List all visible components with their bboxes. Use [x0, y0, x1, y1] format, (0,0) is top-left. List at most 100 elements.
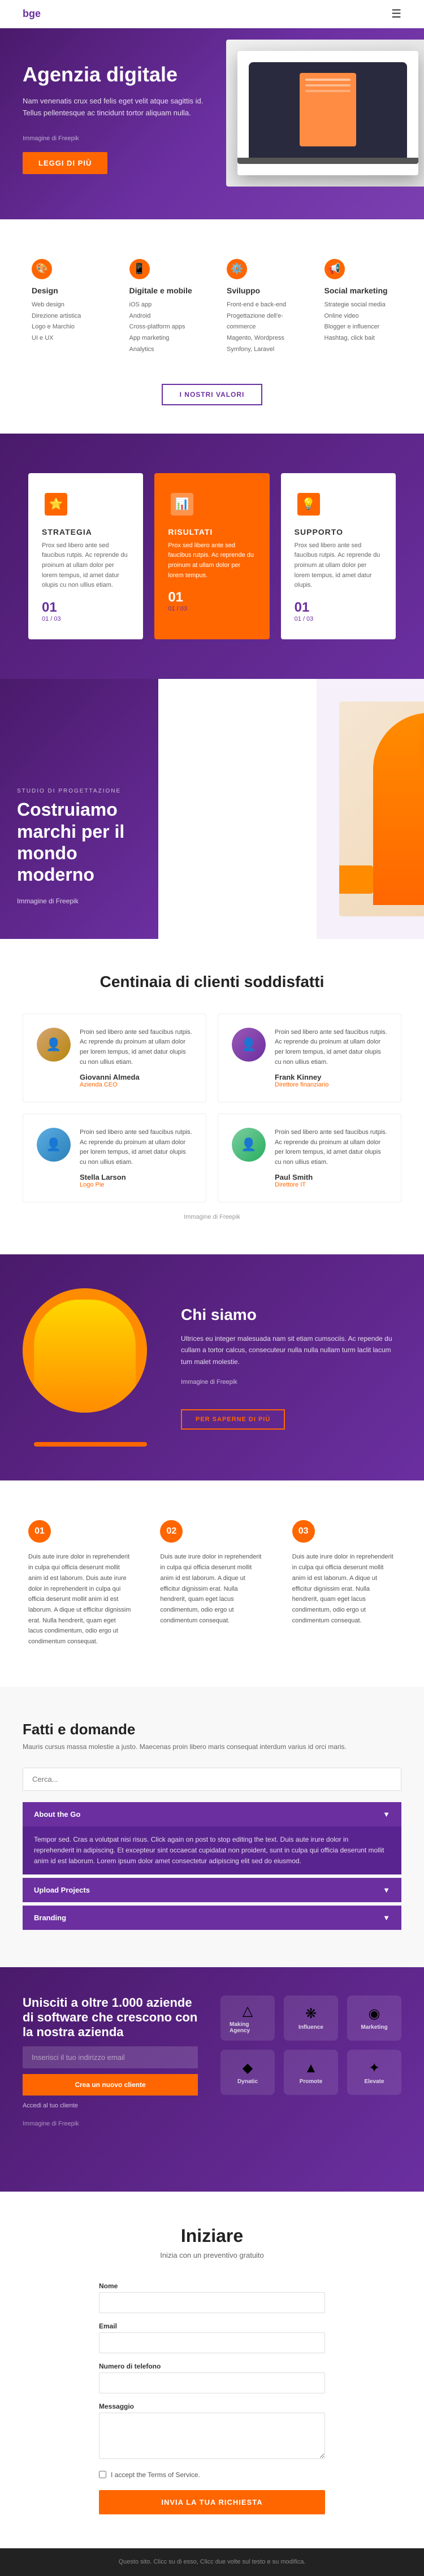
- numbered-text-2: Duis aute irure dolor in reprehenderit i…: [292, 1552, 396, 1626]
- message-label: Messaggio: [99, 2402, 325, 2410]
- service-list-sviluppo: Front-end e back-end Progettazione dell'…: [227, 300, 295, 356]
- feature-num-strategia: 01: [42, 600, 129, 616]
- partners-credit: Immagine di Freepik: [23, 2119, 198, 2129]
- feature-card-risultati: 📊 RISULTATI Prox sed libero ante sed fau…: [154, 473, 269, 639]
- email-input[interactable]: [99, 2332, 325, 2353]
- partner-logo-0[interactable]: △ Making Agency: [220, 1995, 275, 2041]
- about-content: Chi siamo Ultrices eu integer malesuada …: [181, 1306, 401, 1430]
- dynatic-icon: ◆: [243, 2060, 253, 2076]
- num-badge-2: 03: [292, 1520, 315, 1543]
- digital-icon: 📱: [129, 259, 150, 279]
- about-cta-button[interactable]: PER SAPERNE DI PIÙ: [181, 1409, 285, 1430]
- about-section: Chi siamo Ultrices eu integer malesuada …: [0, 1254, 424, 1480]
- feature-link-supporto[interactable]: 01 / 03: [295, 616, 382, 622]
- hero-content: Agenzia digitale Nam venenatis crux sed …: [23, 62, 215, 174]
- promote-icon: ▲: [304, 2060, 318, 2076]
- service-list-design: Web design Direzione artistica Logo e Ma…: [32, 300, 100, 344]
- footer: Questo sito. Clicc su di esso, Clicc due…: [0, 2548, 424, 2576]
- faq-question-0[interactable]: About the Go ▼: [23, 1802, 401, 1826]
- client-info-0: Proin sed libero ante sed faucibus rutpi…: [80, 1028, 192, 1088]
- feature-link-risultati[interactable]: 01 / 03: [168, 605, 256, 612]
- iniziare-title: Iniziare: [23, 2226, 401, 2246]
- client-info-2: Proin sed libero ante sed faucibus rutpi…: [80, 1128, 192, 1188]
- phone-input[interactable]: [99, 2372, 325, 2393]
- service-card-sviluppo: ⚙️ Sviluppo Front-end e back-end Progett…: [218, 248, 304, 367]
- faq-question-2[interactable]: Branding ▼: [23, 1906, 401, 1930]
- client-avatar-0: 👤: [37, 1028, 71, 1062]
- studio-left: STUDIO DI PROGETTAZIONE Costruiamo march…: [0, 679, 158, 939]
- client-review-3: Proin sed libero ante sed faucibus rutpi…: [275, 1128, 387, 1167]
- hero-description: Nam venenatis crux sed felis eget velit …: [23, 96, 215, 119]
- about-credit[interactable]: Immagine di Freepik: [181, 1379, 401, 1386]
- partner-logo-1[interactable]: ❋ Influence: [284, 1995, 338, 2041]
- service-card-social: 📢 Social marketing Strategie social medi…: [315, 248, 402, 367]
- partners-title: Unisciti a oltre 1.000 aziende di softwa…: [23, 1995, 198, 2040]
- faq-item-2: Branding ▼: [23, 1906, 401, 1930]
- services-section: 🎨 Design Web design Direzione artistica …: [0, 219, 424, 434]
- partner-email-input[interactable]: [23, 2046, 198, 2068]
- partner-logo-4[interactable]: ▲ Promote: [284, 2050, 338, 2095]
- studio-label: STUDIO DI PROGETTAZIONE: [17, 788, 141, 794]
- service-card-design: 🎨 Design Web design Direzione artistica …: [23, 248, 109, 367]
- name-input[interactable]: [99, 2292, 325, 2313]
- client-role-2: Logo Pie: [80, 1181, 192, 1188]
- partner-signin-link[interactable]: Accedi al tuo cliente: [23, 2102, 78, 2109]
- terms-checkbox[interactable]: [99, 2471, 106, 2478]
- social-icon: 📢: [325, 259, 345, 279]
- partner-logo-3[interactable]: ◆ Dynatic: [220, 2050, 275, 2095]
- about-description: Ultrices eu integer malesuada nam sit et…: [181, 1333, 401, 1367]
- numbered-item-0: 01 Duis aute irure dolor in reprehenderi…: [23, 1514, 137, 1652]
- services-grid: 🎨 Design Web design Direzione artistica …: [23, 248, 401, 367]
- client-name-3: Paul Smith: [275, 1173, 387, 1181]
- elevate-icon: ✦: [369, 2060, 380, 2076]
- terms-label[interactable]: I accept the Terms of Service.: [111, 2471, 200, 2479]
- feature-link-strategia[interactable]: 01 / 03: [42, 616, 129, 622]
- nav-menu-icon[interactable]: ☰: [391, 7, 401, 21]
- client-name-2: Stella Larson: [80, 1173, 192, 1181]
- clients-grid: 👤 Proin sed libero ante sed faucibus rut…: [23, 1014, 401, 1203]
- hero-cta-button[interactable]: LEGGI DI PIÙ: [23, 152, 107, 174]
- form-submit-button[interactable]: Invia la tua richiesta: [99, 2490, 325, 2514]
- iniziare-section: Iniziare Inizia con un preventivo gratui…: [0, 2192, 424, 2548]
- numbered-section: 01 Duis aute irure dolor in reprehenderi…: [0, 1480, 424, 1686]
- feature-title-supporto: SUPPORTO: [295, 527, 382, 536]
- partner-logo-2[interactable]: ◉ Marketing: [347, 1995, 401, 2041]
- features-grid: ⭐ STRATEGIA Prox sed libero ante sed fau…: [23, 467, 401, 645]
- client-card-2: 👤 Proin sed libero ante sed faucibus rut…: [23, 1114, 206, 1202]
- influence-icon: ❋: [305, 2006, 317, 2022]
- hero-section: Agenzia digitale Nam venenatis crux sed …: [0, 28, 424, 219]
- client-review-2: Proin sed libero ante sed faucibus rutpi…: [80, 1128, 192, 1167]
- faq-question-1[interactable]: Upload Projects ▼: [23, 1878, 401, 1902]
- studio-credit-link[interactable]: Immagine di Freepik: [17, 897, 141, 905]
- contact-form: Nome Email Numero di telefono Messaggio …: [99, 2282, 325, 2514]
- about-photo: [23, 1288, 158, 1447]
- nav-logo[interactable]: bge: [23, 8, 41, 20]
- message-input[interactable]: [99, 2413, 325, 2459]
- client-info-3: Proin sed libero ante sed faucibus rutpi…: [275, 1128, 387, 1188]
- partner-create-button[interactable]: Crea un nuovo cliente: [23, 2074, 198, 2096]
- feature-card-supporto: 💡 SUPPORTO Prox sed libero ante sed fauc…: [281, 473, 396, 639]
- dynatic-name: Dynatic: [237, 2079, 258, 2085]
- about-orange-bar: [34, 1442, 147, 1447]
- email-label: Email: [99, 2322, 325, 2330]
- marketing-name: Marketing: [361, 2024, 387, 2031]
- numbered-text-0: Duis aute irure dolor in reprehenderit i…: [28, 1552, 132, 1647]
- phone-label: Numero di telefono: [99, 2362, 325, 2370]
- clients-section: Centinaia di clienti soddisfatti 👤 Proin…: [0, 939, 424, 1255]
- faq-title: Fatti e domande: [23, 1721, 401, 1738]
- faq-answer-0: Tempor sed. Cras a volutpat nisi risus. …: [23, 1826, 401, 1875]
- faq-search-input[interactable]: [23, 1768, 401, 1791]
- studio-title: Costruiamo marchi per il mondo moderno: [17, 799, 141, 886]
- values-button[interactable]: I NOSTRI VALORI: [162, 384, 263, 405]
- faq-item-1: Upload Projects ▼: [23, 1878, 401, 1902]
- navbar: bge ☰: [0, 0, 424, 28]
- orange-accent-2: [339, 865, 373, 894]
- feature-desc-strategia: Prox sed libero ante sed faucibus rutpis…: [42, 541, 129, 591]
- numbered-item-2: 03 Duis aute irure dolor in reprehenderi…: [287, 1514, 401, 1652]
- strategia-icon: ⭐: [42, 490, 70, 518]
- making-agency-icon: △: [243, 2003, 253, 2019]
- feature-desc-supporto: Prox sed libero ante sed faucibus rutpis…: [295, 541, 382, 591]
- partner-logo-5[interactable]: ✦ Elevate: [347, 2050, 401, 2095]
- client-name-0: Giovanni Almeda: [80, 1073, 192, 1081]
- client-review-1: Proin sed libero ante sed faucibus rutpi…: [275, 1028, 387, 1067]
